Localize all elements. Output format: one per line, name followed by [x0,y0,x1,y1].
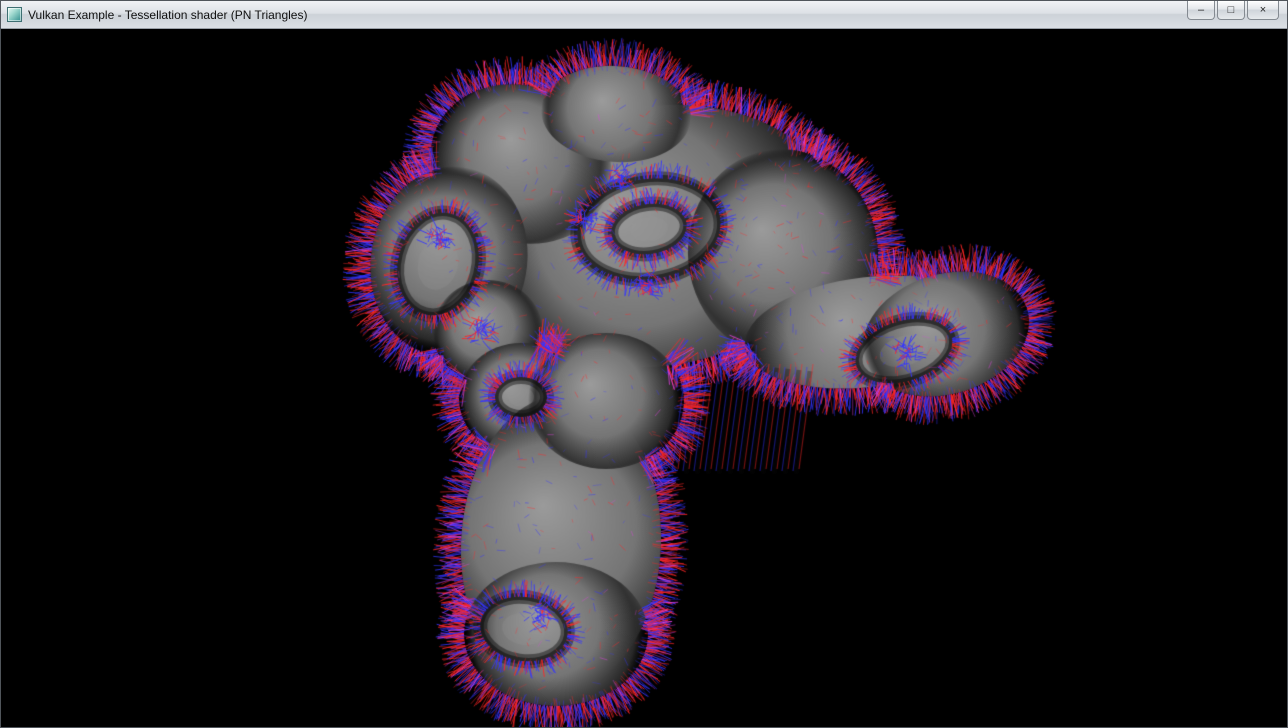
maximize-icon: □ [1228,5,1235,16]
window-title: Vulkan Example - Tessellation shader (PN… [28,8,307,22]
app-window: Vulkan Example - Tessellation shader (PN… [0,0,1288,728]
minimize-button[interactable]: – [1187,1,1215,20]
maximize-button[interactable]: □ [1217,1,1245,20]
minimize-icon: – [1198,5,1204,16]
client-area [1,29,1287,727]
render-viewport[interactable] [1,29,1287,727]
app-icon [7,7,22,22]
window-controls: – □ × [1187,1,1279,20]
close-icon: × [1260,5,1266,16]
close-button[interactable]: × [1247,1,1279,20]
title-bar[interactable]: Vulkan Example - Tessellation shader (PN… [1,1,1287,29]
